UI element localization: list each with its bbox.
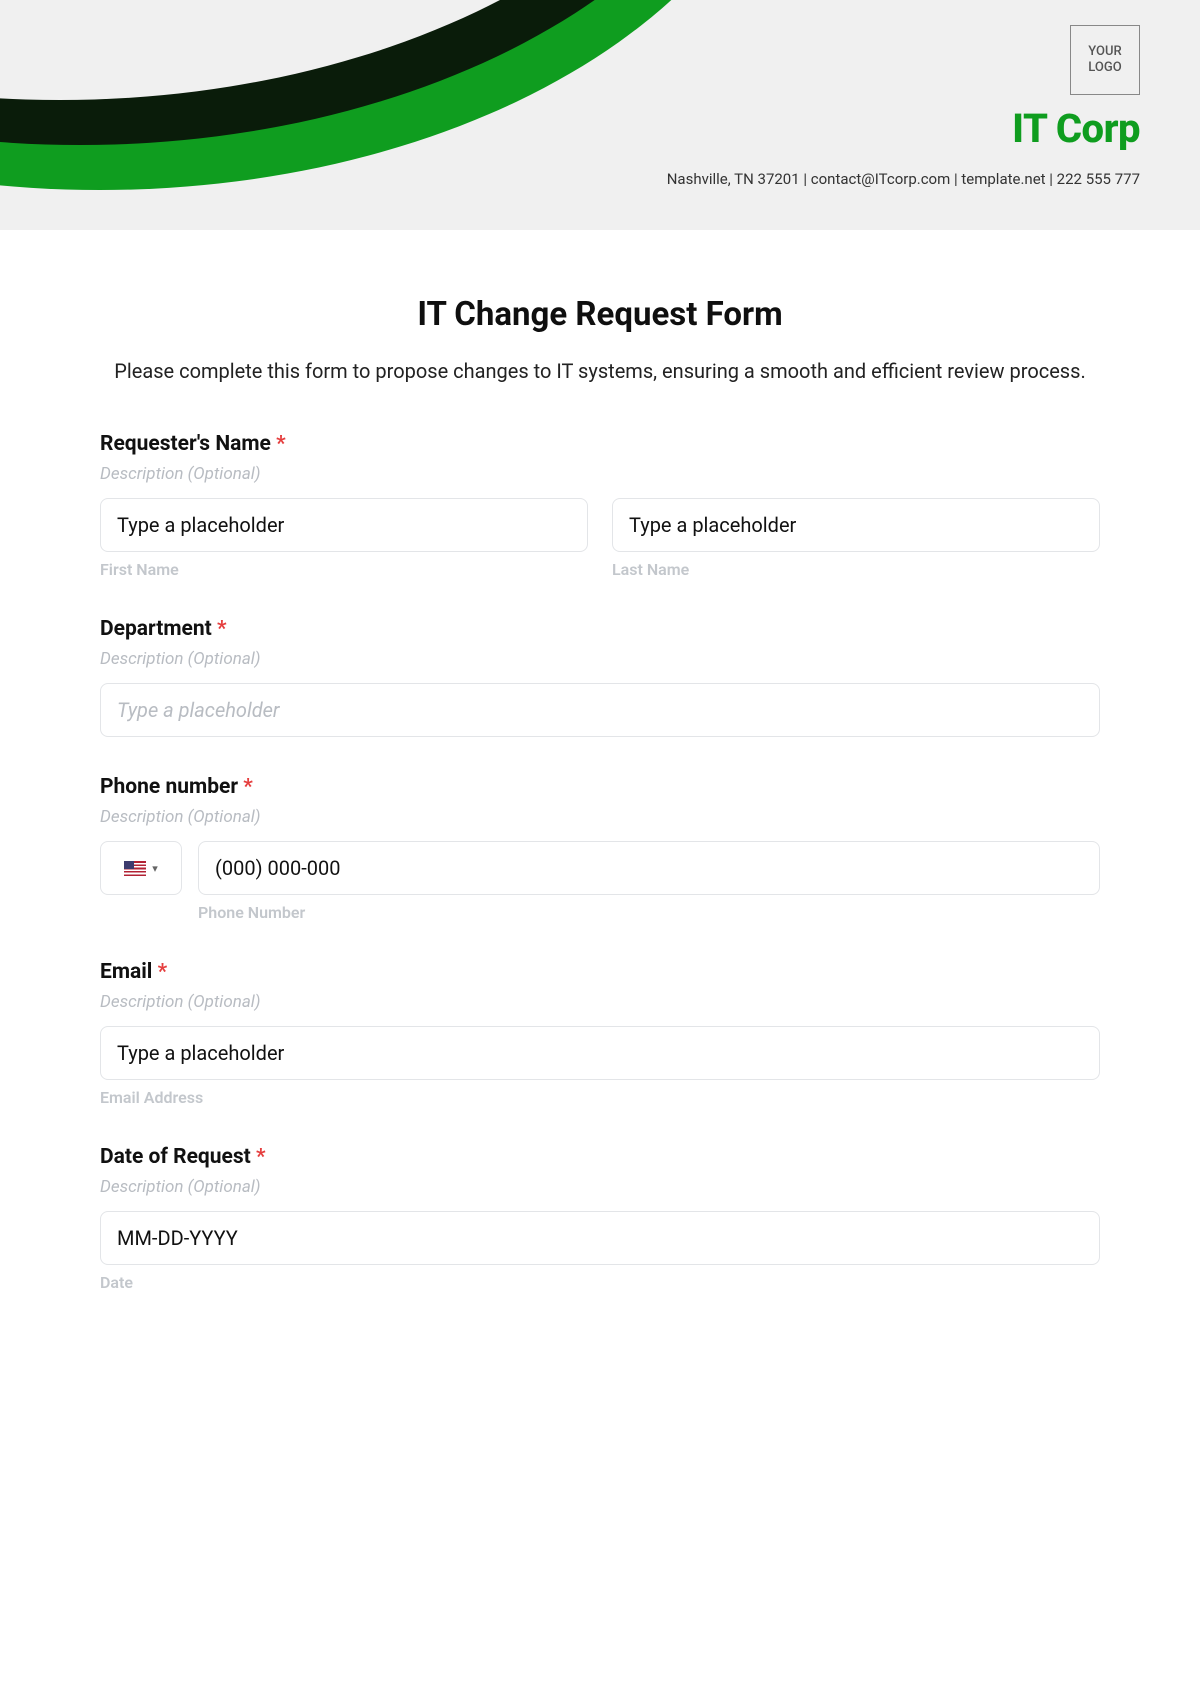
date-input[interactable]: [100, 1211, 1100, 1265]
label-text: Phone number: [100, 775, 238, 799]
email-input[interactable]: [100, 1026, 1100, 1080]
sub-label-date: Date: [100, 1273, 1100, 1292]
field-label: Department *: [100, 617, 1100, 641]
field-label: Phone number *: [100, 775, 1100, 799]
form-title: IT Change Request Form: [100, 295, 1100, 334]
field-description: Description (Optional): [100, 992, 1100, 1012]
field-requester-name: Requester's Name * Description (Optional…: [100, 432, 1100, 579]
field-description: Description (Optional): [100, 464, 1100, 484]
required-marker: *: [243, 775, 253, 799]
last-name-input[interactable]: [612, 498, 1100, 552]
required-marker: *: [217, 617, 227, 641]
first-name-input[interactable]: [100, 498, 588, 552]
company-name: IT Corp: [667, 105, 1140, 152]
phone-input[interactable]: [198, 841, 1100, 895]
sub-label-email: Email Address: [100, 1088, 1100, 1107]
spacer: [0, 230, 1200, 285]
form-container: IT Change Request Form Please complete t…: [0, 285, 1200, 1370]
department-input[interactable]: [100, 683, 1100, 737]
field-description: Description (Optional): [100, 807, 1100, 827]
field-email: Email * Description (Optional) Email Add…: [100, 960, 1100, 1107]
field-description: Description (Optional): [100, 1177, 1100, 1197]
required-marker: *: [276, 432, 286, 456]
required-marker: *: [158, 960, 168, 984]
field-phone: Phone number * Description (Optional) ▾ …: [100, 775, 1100, 922]
label-text: Requester's Name: [100, 432, 271, 456]
page: YOUR LOGO IT Corp Nashville, TN 37201 | …: [0, 0, 1200, 1699]
field-department: Department * Description (Optional): [100, 617, 1100, 737]
label-text: Department: [100, 617, 212, 641]
field-description: Description (Optional): [100, 649, 1100, 669]
header-info: YOUR LOGO IT Corp Nashville, TN 37201 | …: [667, 25, 1140, 188]
field-label: Date of Request *: [100, 1145, 1100, 1169]
sub-label-last-name: Last Name: [612, 560, 1100, 579]
country-code-selector[interactable]: ▾: [100, 841, 182, 895]
label-text: Date of Request: [100, 1145, 251, 1169]
label-text: Email: [100, 960, 152, 984]
logo-placeholder: YOUR LOGO: [1070, 25, 1140, 95]
field-label: Email *: [100, 960, 1100, 984]
sub-label-phone: Phone Number: [198, 903, 1100, 922]
field-date: Date of Request * Description (Optional)…: [100, 1145, 1100, 1292]
field-label: Requester's Name *: [100, 432, 1100, 456]
chevron-down-icon: ▾: [152, 862, 158, 875]
sub-label-first-name: First Name: [100, 560, 588, 579]
required-marker: *: [256, 1145, 266, 1169]
header-banner: YOUR LOGO IT Corp Nashville, TN 37201 | …: [0, 0, 1200, 230]
form-intro: Please complete this form to propose cha…: [100, 356, 1100, 387]
us-flag-icon: [124, 861, 146, 876]
contact-line: Nashville, TN 37201 | contact@ITcorp.com…: [667, 170, 1140, 188]
